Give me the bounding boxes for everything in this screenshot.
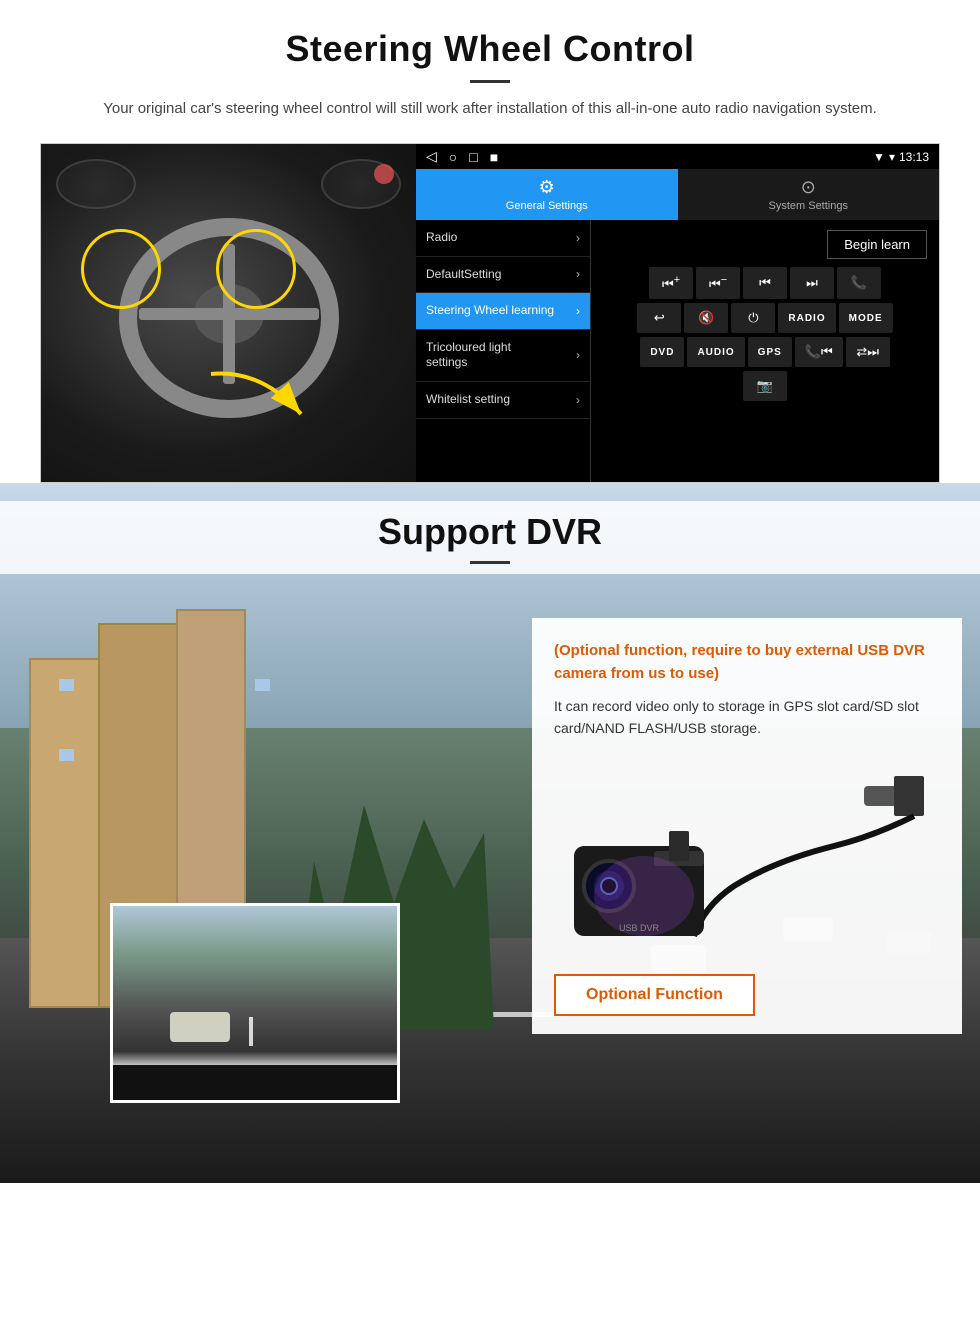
title-divider <box>470 80 510 83</box>
section-subtitle: Your original car's steering wheel contr… <box>60 97 920 121</box>
menu-item-tricoloured[interactable]: Tricoloured lightsettings › <box>416 330 590 382</box>
status-bar-icons: ▼ ▾ 13:13 <box>873 150 929 164</box>
power-icon: ⏻ <box>748 310 758 326</box>
call-prev-button[interactable]: 📞⏮ <box>795 337 843 367</box>
steering-wheel-section: Steering Wheel Control Your original car… <box>0 0 980 483</box>
android-ui-panel: ◁ ○ □ ■ ▼ ▾ 13:13 ⚙ General Settings <box>416 144 939 482</box>
call-icon: 📞 <box>851 275 867 291</box>
menu-item-whitelist[interactable]: Whitelist setting › <box>416 382 590 419</box>
tab-general-settings[interactable]: ⚙ General Settings <box>416 169 678 220</box>
call-button[interactable]: 📞 <box>837 267 881 299</box>
audio-button[interactable]: AUDIO <box>687 337 744 367</box>
menu-item-steering-wheel[interactable]: Steering Wheel learning › <box>416 293 590 330</box>
menu-controls-area: Radio › DefaultSetting › Steering Wheel … <box>416 220 939 482</box>
vol-minus-button[interactable]: ⏮− <box>696 267 740 299</box>
menu-item-radio-label: Radio <box>426 230 457 246</box>
begin-learn-button[interactable]: Begin learn <box>827 230 927 259</box>
control-row-1: ⏮+ ⏮− ⏮ ⏭ 📞 <box>597 267 933 299</box>
radio-button[interactable]: RADIO <box>778 303 835 333</box>
audio-label: AUDIO <box>697 347 734 358</box>
page-title: Steering Wheel Control <box>40 28 940 70</box>
dvd-label: DVD <box>650 347 674 358</box>
dvr-divider <box>470 561 510 564</box>
dvr-optional-text: (Optional function, require to buy exter… <box>554 640 940 685</box>
highlight-circle-right <box>216 229 296 309</box>
chevron-icon-5: › <box>576 393 580 407</box>
menu-icon[interactable]: ■ <box>490 149 498 165</box>
control-row-4: 📷 <box>597 371 933 401</box>
arrow-icon <box>201 364 321 444</box>
next-icon: ⏭ <box>806 275 818 291</box>
dvr-description: It can record video only to storage in G… <box>554 695 940 740</box>
menu-item-defaultsetting[interactable]: DefaultSetting › <box>416 257 590 294</box>
chevron-icon-3: › <box>576 304 580 318</box>
mute-button[interactable]: 🔇 <box>684 303 728 333</box>
return-icon: ↩ <box>654 310 665 326</box>
signal-icon: ▼ <box>873 150 885 164</box>
tab-general-label: General Settings <box>506 200 588 212</box>
back-button[interactable]: ↩ <box>637 303 681 333</box>
recents-icon[interactable]: □ <box>469 149 477 165</box>
status-bar: ◁ ○ □ ■ ▼ ▾ 13:13 <box>416 144 939 169</box>
inset-road <box>113 906 397 1100</box>
dvr-cable-svg: USB DVR <box>554 756 940 956</box>
home-icon[interactable]: ○ <box>449 149 457 165</box>
menu-item-radio[interactable]: Radio › <box>416 220 590 257</box>
steering-wheel-image <box>41 144 416 483</box>
dvr-info-card: (Optional function, require to buy exter… <box>532 618 962 1034</box>
clock: 13:13 <box>899 150 929 164</box>
next-button[interactable]: ⏭ <box>790 267 834 299</box>
prev-icon: ⏮ <box>759 275 771 291</box>
vol-plus-icon: ⏮+ <box>662 274 680 292</box>
radio-label: RADIO <box>788 313 825 324</box>
mode-button[interactable]: MODE <box>839 303 893 333</box>
settings-icon: ⊙ <box>801 177 816 198</box>
menu-item-tricoloured-label: Tricoloured lightsettings <box>426 340 511 371</box>
mute-icon: 🔇 <box>698 310 714 326</box>
optional-function-button[interactable]: Optional Function <box>554 974 755 1016</box>
back-icon[interactable]: ◁ <box>426 148 437 165</box>
tabs-row: ⚙ General Settings ⊙ System Settings <box>416 169 939 220</box>
controls-area: Begin learn ⏮+ ⏮− ⏮ ⏭ 📞 ↩ 🔇 ⏻ <box>591 220 939 482</box>
shuffle-next-button[interactable]: ⇄⏭ <box>846 337 890 367</box>
menu-item-default-label: DefaultSetting <box>426 267 501 283</box>
begin-learn-row: Begin learn <box>597 226 933 263</box>
dvr-section-title: Support DVR <box>10 511 970 553</box>
wifi-icon: ▾ <box>889 150 895 164</box>
camera-icon: 📷 <box>757 378 773 394</box>
shuffle-next-icon: ⇄⏭ <box>856 344 879 360</box>
menu-item-steering-label: Steering Wheel learning <box>426 303 554 319</box>
dvr-title-area: Support DVR <box>0 501 980 574</box>
steering-panel: ◁ ○ □ ■ ▼ ▾ 13:13 ⚙ General Settings <box>40 143 940 483</box>
dvr-device-art: USB DVR <box>554 756 940 956</box>
menu-item-whitelist-label: Whitelist setting <box>426 392 510 408</box>
tab-system-settings[interactable]: ⊙ System Settings <box>678 169 940 220</box>
dvd-button[interactable]: DVD <box>640 337 684 367</box>
control-row-3: DVD AUDIO GPS 📞⏮ ⇄⏭ <box>597 337 933 367</box>
camera-button[interactable]: 📷 <box>743 371 787 401</box>
gps-label: GPS <box>758 347 782 358</box>
dvr-inset-video <box>110 903 400 1103</box>
mode-label: MODE <box>849 313 883 324</box>
gps-button[interactable]: GPS <box>748 337 792 367</box>
chevron-icon-2: › <box>576 267 580 281</box>
call-prev-icon: 📞⏮ <box>805 344 833 360</box>
highlight-circle-left <box>81 229 161 309</box>
control-row-2: ↩ 🔇 ⏻ RADIO MODE <box>597 303 933 333</box>
gear-icon: ⚙ <box>539 177 555 198</box>
vol-minus-icon: ⏮− <box>709 274 727 292</box>
power-button[interactable]: ⏻ <box>731 303 775 333</box>
tab-system-label: System Settings <box>769 200 848 212</box>
svg-text:USB DVR: USB DVR <box>619 923 660 933</box>
vol-plus-button[interactable]: ⏮+ <box>649 267 693 299</box>
prev-button[interactable]: ⏮ <box>743 267 787 299</box>
inset-car <box>170 1012 230 1042</box>
dvr-section: Support DVR (Optional function, require … <box>0 483 980 1183</box>
chevron-icon-4: › <box>576 348 580 362</box>
chevron-icon: › <box>576 231 580 245</box>
menu-list: Radio › DefaultSetting › Steering Wheel … <box>416 220 591 482</box>
